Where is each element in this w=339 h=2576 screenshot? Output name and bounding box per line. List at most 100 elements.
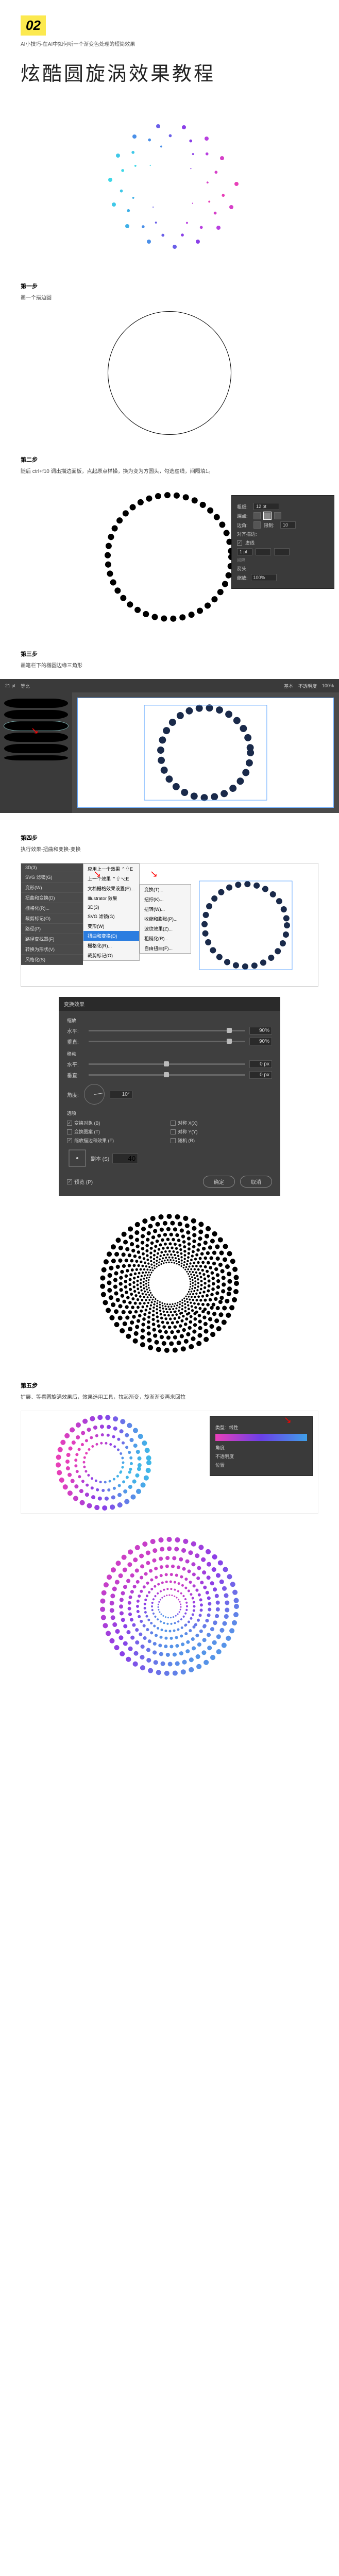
scale-label: 缩放: [237,574,248,581]
gap-input[interactable] [256,548,271,555]
transform-dialog[interactable]: 变换效果 缩放 水平: 90% 垂直: 90% 移动 水平: 0 px 垂直: … [59,997,280,1196]
step1-label: 第一步 [21,282,318,290]
dash-label: 虚线 [245,539,255,546]
checkbox-random[interactable] [171,1138,176,1143]
effects-menu-light[interactable]: 应用上一个效果 ⌃⇧E上一个效果 ⌃⇧⌥E文档栅格效果设置(E)...Illus… [83,863,140,961]
opt-random: 随机 (R) [178,1137,195,1144]
dash2-input[interactable] [274,548,290,555]
corner-icon[interactable] [253,521,261,529]
hero-figure [21,107,318,261]
grad-type-value[interactable]: 线性 [229,1424,239,1431]
menu-item[interactable]: 转换为形状(V) [21,944,83,955]
brush-opacity-val[interactable]: 100% [322,683,334,688]
menu-item[interactable]: 3D(3) [21,863,83,872]
step5-label: 第五步 [21,1381,318,1389]
move-h-label: 水平: [67,1060,84,1068]
checkbox-mirror-y[interactable] [171,1129,176,1134]
red-arrow-icon: ↘ [31,725,39,736]
gradient-spiral [26,1411,191,1514]
limit-label: 限制: [264,522,277,529]
angle-dial[interactable] [84,1084,105,1105]
align-label: 对齐描边: [237,531,257,537]
brush-basic[interactable]: 基本 [284,683,293,689]
step4-label: 第四步 [21,834,318,842]
cancel-button[interactable]: 取消 [240,1176,272,1188]
opt-mirror-x: 对称 X(X) [178,1120,198,1126]
cap-round-icon[interactable] [264,512,271,519]
menu-item[interactable]: 路径查找器(F) [21,934,83,944]
vert-slider[interactable] [89,1041,245,1042]
menu-item[interactable]: SVG 滤镜(G) [83,911,139,921]
move-v-value[interactable]: 0 px [249,1071,272,1079]
move-v-slider[interactable] [89,1074,245,1076]
brush-list[interactable]: ↘ [0,692,72,813]
stroke-panel[interactable]: 粗细: 端点: 边角: 限制: 对齐描边: ✓ 虚线 [231,495,334,589]
menu-item[interactable]: 3D(3) [83,903,139,911]
gradient-bar[interactable] [215,1434,307,1441]
plain-circle [108,311,231,435]
dotted-circle [97,485,242,629]
scale-input[interactable] [251,574,277,581]
menu-item[interactable]: SVG 滤镜(G) [21,872,83,883]
limit-input[interactable] [280,521,296,529]
angle-value[interactable]: 10° [110,1091,132,1098]
page-badge: 02 [21,15,46,36]
menu-item[interactable]: 文档栅格效果设置(E)... [83,884,139,893]
brush-opacity-label: 不透明度 [298,683,317,689]
step5-desc: 扩展、等看圆旋涡效果后，效果选用工具，拉起渐变，旋渐渐变再来回拉 [21,1393,318,1400]
move-h-slider[interactable] [89,1063,245,1065]
menu-item[interactable]: 扭曲和变换(D) [83,931,139,941]
weight-input[interactable] [253,503,279,510]
brush-weight: 21 pt [5,683,15,688]
menu-item[interactable]: 上一个效果 ⌃⇧⌥E [83,874,139,884]
brush-screenshot: 21 pt 等比 基本 不透明度 100% ↘ [0,679,339,813]
gradient-panel[interactable]: 类型:线性 角度 不透明度 位置 ↘ [210,1416,313,1476]
menu-item[interactable]: 裁剪标记(O) [21,913,83,924]
brush-preset[interactable] [4,710,68,719]
brush-preset[interactable] [4,699,68,708]
copies-input[interactable] [112,1154,138,1163]
checkbox-transform-pat[interactable] [67,1129,72,1134]
checkbox-mirror-x[interactable] [171,1121,176,1126]
menu-item[interactable]: 风格化(S) [21,955,83,965]
red-arrow-icon: ↘ [93,869,101,879]
step1-desc: 画一个描边圆 [21,293,318,301]
cap-butt-icon[interactable] [253,512,261,519]
menu-item[interactable]: 变形(W) [21,883,83,893]
final-figure [21,1529,318,1684]
preview-label: 预览 (P) [74,1178,93,1185]
menu-item[interactable]: 栅格化(R)... [83,941,139,951]
anchor-grid-icon[interactable] [67,1148,88,1168]
menu-item[interactable]: Illustrator 效果 [83,893,139,903]
dash-checkbox[interactable]: ✓ [237,540,242,546]
horiz-slider[interactable] [89,1030,245,1031]
brush-uniform[interactable]: 等比 [21,683,30,689]
vert-value[interactable]: 90% [249,1038,272,1045]
grad-type-label: 类型: [215,1424,226,1431]
menu-item[interactable]: 路径(P) [21,924,83,934]
effects-menu-dark[interactable]: 3D(3)SVG 滤镜(G)变形(W)扭曲和变换(D)栅格化(R)...裁剪标记… [21,863,83,965]
step1-figure [21,311,318,435]
checkbox-scale-stroke[interactable]: ✓ [67,1138,72,1143]
menu-screenshot: 3D(3)SVG 滤镜(G)变形(W)扭曲和变换(D)栅格化(R)...裁剪标记… [21,863,318,987]
step4-desc: 执行效果-扭曲和变换-变换 [21,845,318,853]
menu-item[interactable]: 变形(W) [83,921,139,931]
copies-label: 副本 (S) [91,1155,109,1162]
move-h-value[interactable]: 0 px [249,1060,272,1068]
menu-item[interactable]: 裁剪标记(O) [83,951,139,960]
checkbox-transform-obj[interactable]: ✓ [67,1121,72,1126]
dash-input[interactable] [237,548,252,555]
horiz-label: 水平: [67,1027,84,1035]
menu-item[interactable]: 扭曲和变换(D) [21,893,83,903]
horiz-value[interactable]: 90% [249,1027,272,1035]
brush-preset[interactable] [4,744,68,753]
red-arrow-icon: ↘ [150,869,158,879]
cap-square-icon[interactable] [274,512,281,519]
brush-preset[interactable] [4,755,68,760]
checkbox-preview[interactable]: ✓ [67,1179,72,1184]
move-v-label: 垂直: [67,1071,84,1079]
options-section: 选项 [67,1110,272,1116]
ok-button[interactable]: 确定 [203,1176,235,1188]
menu-item[interactable]: 栅格化(R)... [21,903,83,913]
menu-item[interactable]: 应用上一个效果 ⌃⇧E [83,864,139,874]
